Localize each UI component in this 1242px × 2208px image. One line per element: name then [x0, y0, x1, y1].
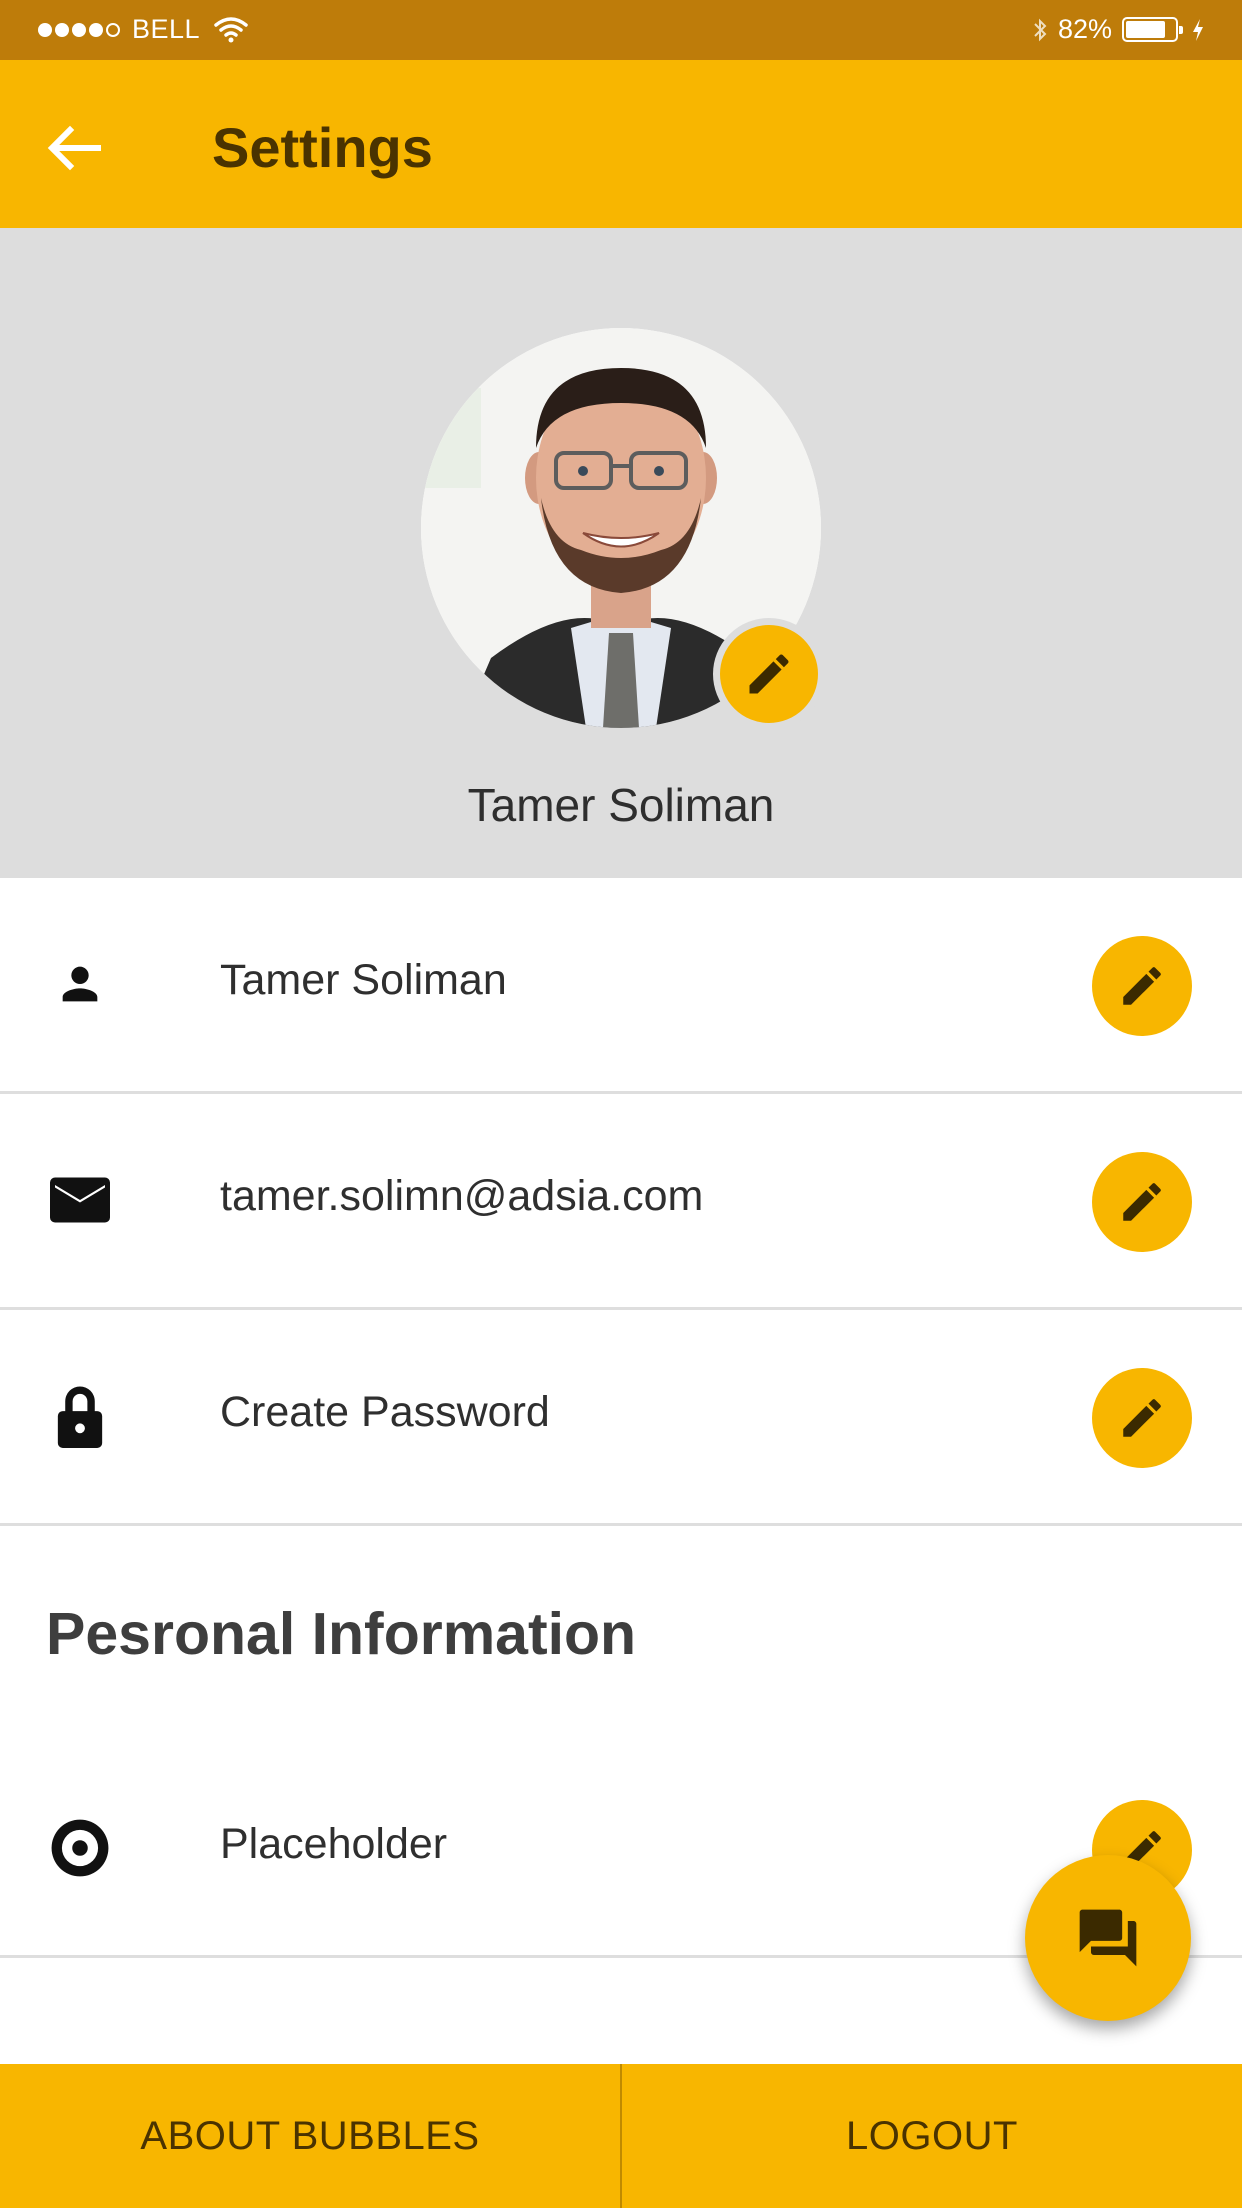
carrier-name: BELL [132, 14, 201, 44]
lock-icon [46, 1382, 114, 1450]
edit-password-button[interactable] [1092, 1368, 1192, 1468]
forum-icon [1074, 1904, 1142, 1972]
wifi-icon [214, 16, 248, 43]
name-value: Tamer Soliman [220, 956, 507, 1004]
chat-fab-button[interactable] [1025, 1855, 1191, 2021]
radio-icon [46, 1814, 114, 1882]
arrow-back-icon [46, 124, 102, 172]
profile-header: Tamer Soliman [0, 228, 1242, 878]
app-bar: Settings [0, 60, 1242, 228]
bluetooth-icon [1032, 17, 1048, 43]
charging-icon [1192, 18, 1204, 41]
email-value: tamer.solimn@adsia.com [220, 1172, 704, 1220]
status-right: 82% [1032, 14, 1204, 45]
pencil-icon [1117, 1393, 1167, 1443]
battery-icon [1122, 17, 1183, 42]
list-item-password[interactable]: Create Password [0, 1310, 1242, 1526]
back-button[interactable] [36, 110, 112, 186]
pencil-icon [1117, 1177, 1167, 1227]
bottom-bar: ABOUT BUBBLES LOGOUT [0, 2064, 1242, 2208]
profile-name: Tamer Soliman [467, 779, 775, 831]
battery-percent: 82% [1057, 14, 1112, 44]
page-title: Settings [212, 116, 433, 179]
edit-name-button[interactable] [1092, 936, 1192, 1036]
avatar-edit-button[interactable] [713, 618, 825, 730]
signal-strength-icon [38, 22, 120, 37]
status-left: BELL [38, 14, 248, 45]
list-item-email[interactable]: tamer.solimn@adsia.com [0, 1094, 1242, 1310]
section-title: Pesronal Information [46, 1601, 637, 1667]
person-icon [46, 950, 114, 1018]
pencil-icon [1117, 961, 1167, 1011]
mail-icon [46, 1166, 114, 1234]
edit-email-button[interactable] [1092, 1152, 1192, 1252]
logout-button[interactable]: LOGOUT [622, 2064, 1242, 2208]
pencil-icon [743, 648, 795, 700]
password-label: Create Password [220, 1388, 550, 1436]
placeholder-value: Placeholder [220, 1820, 448, 1868]
about-button[interactable]: ABOUT BUBBLES [0, 2064, 620, 2208]
list-item-name[interactable]: Tamer Soliman [0, 878, 1242, 1094]
status-bar: BELL 82% [0, 0, 1242, 60]
